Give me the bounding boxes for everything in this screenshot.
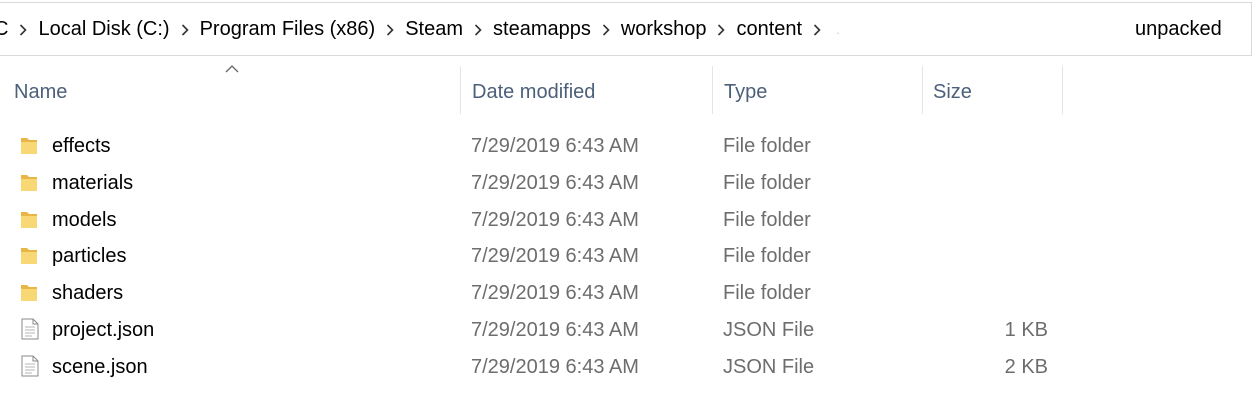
chevron-right-icon[interactable] — [706, 21, 736, 37]
chevron-right-icon[interactable] — [8, 21, 38, 37]
list-item[interactable]: scene.json 7/29/2019 6:43 AM JSON File 2… — [0, 348, 1100, 385]
chevron-right-icon[interactable] — [591, 21, 621, 37]
column-divider[interactable] — [1062, 66, 1063, 114]
column-header-name-label: Name — [14, 81, 68, 103]
breadcrumb-item-local-disk[interactable]: Local Disk (C:) — [38, 18, 169, 41]
column-header-size-label: Size — [933, 81, 972, 103]
folder-icon — [21, 174, 37, 191]
file-size: 2 KB — [1004, 355, 1048, 378]
file-type: File folder — [723, 282, 811, 305]
file-date: 7/29/2019 6:43 AM — [471, 245, 639, 268]
file-size: 1 KB — [1004, 318, 1048, 341]
file-name: effects — [52, 135, 111, 157]
column-header-type-label: Type — [724, 81, 768, 103]
file-type: File folder — [723, 208, 811, 231]
folder-icon — [21, 138, 37, 154]
file-name: scene.json — [52, 355, 148, 378]
file-date: 7/29/2019 6:43 AM — [471, 171, 639, 194]
column-header-type[interactable]: Type — [710, 66, 922, 114]
breadcrumb-item-steamapps[interactable]: steamapps — [493, 18, 591, 41]
file-type: File folder — [723, 245, 811, 268]
file-name: particles — [52, 245, 127, 268]
breadcrumb-item-current-folder[interactable]: unpacked — [1135, 3, 1222, 55]
file-name: materials — [52, 171, 134, 194]
redacted-crumb: . — [836, 21, 840, 37]
list-item[interactable]: models 7/29/2019 6:43 AM File folder — [0, 201, 1100, 238]
list-item[interactable]: shaders 7/29/2019 6:43 AM File folder — [0, 274, 1100, 311]
file-date: 7/29/2019 6:43 AM — [471, 318, 639, 341]
breadcrumb-item-content[interactable]: content — [736, 18, 802, 41]
column-header-date-label: Date modified — [472, 81, 596, 103]
file-icon — [21, 355, 39, 377]
breadcrumb-item-this-pc[interactable]: C — [0, 18, 8, 41]
file-name: models — [52, 208, 117, 231]
address-bar[interactable]: C Local Disk (C:) Program Files (x86) St… — [0, 2, 1252, 56]
file-type: File folder — [723, 135, 811, 157]
list-item[interactable]: particles 7/29/2019 6:43 AM File folder — [0, 237, 1100, 274]
column-header-name[interactable]: Name — [0, 65, 460, 114]
sort-ascending-icon — [225, 65, 239, 73]
list-item[interactable]: materials 7/29/2019 6:43 AM File folder — [0, 164, 1100, 201]
file-name: project.json — [52, 318, 155, 341]
breadcrumb-item-workshop[interactable]: workshop — [621, 18, 707, 41]
chevron-right-icon[interactable] — [375, 21, 405, 37]
folder-icon — [21, 248, 37, 265]
file-date: 7/29/2019 6:43 AM — [471, 208, 639, 231]
chevron-right-icon[interactable] — [802, 21, 832, 37]
file-list: effects 7/29/2019 6:43 AM File folder ma… — [0, 127, 1258, 385]
file-type: JSON File — [723, 318, 815, 341]
column-header-date-modified[interactable]: Date modified — [458, 66, 712, 114]
breadcrumb: C Local Disk (C:) Program Files (x86) St… — [0, 3, 840, 55]
folder-icon — [21, 211, 37, 228]
file-name: shaders — [52, 282, 124, 305]
breadcrumb-item-steam[interactable]: Steam — [405, 18, 463, 41]
file-type: JSON File — [723, 355, 815, 378]
file-type: File folder — [723, 171, 811, 194]
file-date: 7/29/2019 6:43 AM — [471, 355, 639, 378]
list-item[interactable]: effects 7/29/2019 6:43 AM File folder — [0, 127, 1100, 164]
folder-icon — [21, 285, 37, 302]
file-date: 7/29/2019 6:43 AM — [471, 135, 639, 157]
column-header-size[interactable]: Size — [919, 66, 1061, 114]
breadcrumb-item-program-files[interactable]: Program Files (x86) — [200, 18, 376, 41]
chevron-right-icon[interactable] — [463, 21, 493, 37]
list-item[interactable]: project.json 7/29/2019 6:43 AM JSON File… — [0, 311, 1100, 348]
file-date: 7/29/2019 6:43 AM — [471, 282, 639, 305]
column-headers: Name Date modified Type Size — [0, 65, 1258, 114]
chevron-right-icon[interactable] — [170, 21, 200, 37]
file-icon — [21, 318, 39, 340]
